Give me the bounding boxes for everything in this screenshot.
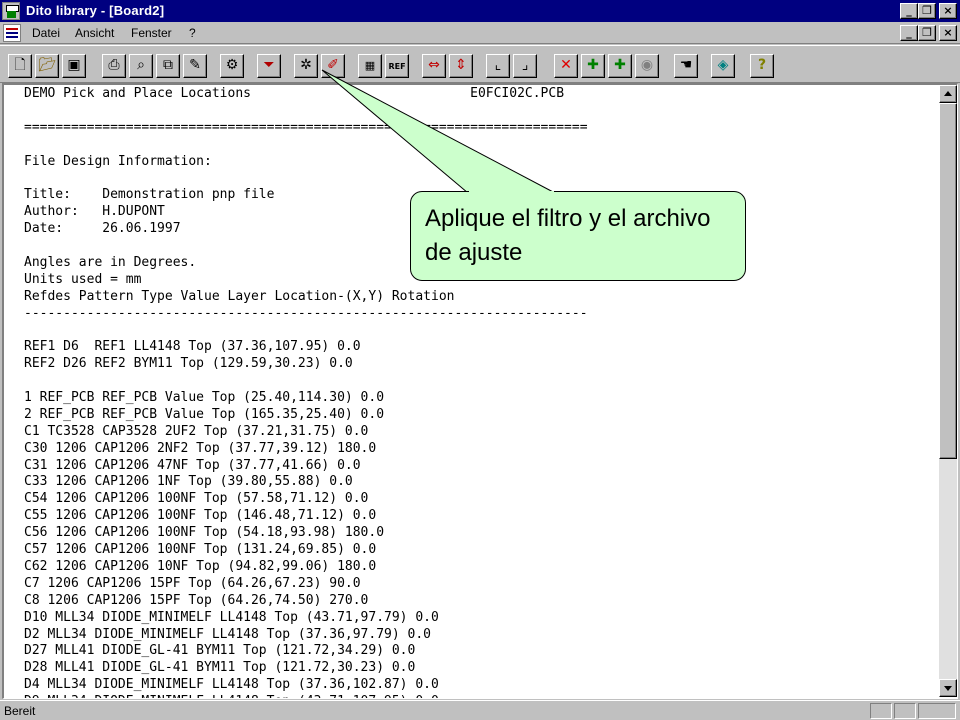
minimize-button[interactable]: _ xyxy=(900,3,918,19)
window-title: Dito library - [Board2] xyxy=(26,3,165,18)
document-line: C55 1206 CAP1206 100NF Top (146.48,71.12… xyxy=(24,508,377,524)
grid-icon[interactable]: ▦ xyxy=(358,54,382,78)
toolbar: 🗋 📂︎ ▣ ⎙ ⌕ ⧉ ✎ ⚙ ⏷ ✲ ✐ ▦ REF ⇔ ⇕ ⌞ ⌟ ✕ ✚… xyxy=(0,45,960,83)
document-text: DEMO Pick and Place Locations E0FCI02C.P… xyxy=(24,86,934,698)
gear-icon[interactable]: ✲ xyxy=(294,54,318,78)
status-panel-3 xyxy=(918,703,956,719)
ref-icon[interactable]: REF xyxy=(385,54,409,78)
status-panel-2 xyxy=(894,703,916,719)
document-line: C54 1206 CAP1206 100NF Top (57.58,71.12)… xyxy=(24,491,369,507)
app-icon[interactable] xyxy=(2,2,20,20)
menu-datei[interactable]: Datei xyxy=(32,26,60,40)
print-preview-icon[interactable]: ⌕ xyxy=(129,54,153,78)
delete-icon[interactable]: ✕ xyxy=(554,54,578,78)
document-line: 1 REF_PCB REF_PCB Value Top (25.40,114.3… xyxy=(24,390,385,406)
document-line: D4 MLL34 DIODE_MINIMELF LL4148 Top (37.3… xyxy=(24,677,439,693)
document-line: C31 1206 CAP1206 47NF Top (37.77,41.66) … xyxy=(24,457,361,473)
pen-icon[interactable]: ✐ xyxy=(321,54,345,78)
document-line: REF1 D6 REF1 LL4148 Top (37.36,107.95) 0… xyxy=(24,339,361,355)
status-panel-1 xyxy=(870,703,892,719)
document-line: D28 MLL41 DIODE_GL-41 BYM11 Top (121.72,… xyxy=(24,660,416,676)
vertical-scrollbar[interactable] xyxy=(939,85,957,697)
ref1-icon[interactable]: ✚ xyxy=(581,54,605,78)
status-bar: Bereit xyxy=(0,700,960,720)
mirror-vertical-icon[interactable]: ⇕ xyxy=(449,54,473,78)
document-line: ========================================… xyxy=(24,119,588,135)
document-line: D2 MLL34 DIODE_MINIMELF LL4148 Top (37.3… xyxy=(24,626,431,642)
document-view[interactable]: DEMO Pick and Place Locations E0FCI02C.P… xyxy=(2,83,958,699)
menu-ansicht[interactable]: Ansicht xyxy=(75,26,114,40)
document-line: C30 1206 CAP1206 2NF2 Top (37.77,39.12) … xyxy=(24,440,377,456)
document-line: ----------------------------------------… xyxy=(24,305,588,321)
maximize-button[interactable]: ❐ xyxy=(918,3,936,19)
document-line: C57 1206 CAP1206 100NF Top (131.24,69.85… xyxy=(24,542,377,558)
mirror-horizontal-icon[interactable]: ⇔ xyxy=(422,54,446,78)
doc-close-button[interactable]: × xyxy=(939,25,957,41)
menu-help[interactable]: ? xyxy=(189,26,196,40)
menu-fenster[interactable]: Fenster xyxy=(131,26,172,40)
scroll-thumb[interactable] xyxy=(939,103,957,459)
copy-icon[interactable]: ⧉ xyxy=(156,54,180,78)
document-line: D10 MLL34 DIODE_MINIMELF LL4148 Top (43.… xyxy=(24,609,439,625)
callout-text: Aplique el filtro y el archivo de ajuste xyxy=(425,205,711,266)
document-line: DEMO Pick and Place Locations E0FCI02C.P… xyxy=(24,86,565,101)
callout-box: Aplique el filtro y el archivo de ajuste xyxy=(410,191,746,281)
filter-icon[interactable]: ⏷ xyxy=(257,54,281,78)
document-line: C1 TC3528 CAP3528 2UF2 Top (37.21,31.75)… xyxy=(24,423,369,439)
save-icon[interactable]: ▣ xyxy=(62,54,86,78)
ref2-icon[interactable]: ✚ xyxy=(608,54,632,78)
document-line: REF2 D26 REF2 BYM11 Top (129.59,30.23) 0… xyxy=(24,356,353,372)
document-line: C33 1206 CAP1206 1NF Top (39.80,55.88) 0… xyxy=(24,474,353,490)
document-line: C56 1206 CAP1206 100NF Top (54.18,93.98)… xyxy=(24,525,385,541)
edit-icon[interactable]: ✎ xyxy=(183,54,207,78)
axis-x-icon[interactable]: ⌞ xyxy=(486,54,510,78)
document-line: Refdes Pattern Type Value Layer Location… xyxy=(24,288,455,304)
title-bar: Dito library - [Board2] _ ❐ × xyxy=(0,0,960,22)
3d-box-icon[interactable]: ◈ xyxy=(711,54,735,78)
print-icon[interactable]: ⎙ xyxy=(102,54,126,78)
document-icon[interactable] xyxy=(3,24,21,42)
document-line: 2 REF_PCB REF_PCB Value Top (165.35,25.4… xyxy=(24,406,385,422)
open-folder-icon[interactable]: 📂︎ xyxy=(35,54,59,78)
hand-icon[interactable]: ☚ xyxy=(674,54,698,78)
new-file-icon[interactable]: 🗋 xyxy=(8,54,32,78)
doc-restore-button[interactable]: ❐ xyxy=(918,25,936,41)
scroll-up-button[interactable] xyxy=(939,85,957,103)
document-line: D27 MLL41 DIODE_GL-41 BYM11 Top (121.72,… xyxy=(24,643,416,659)
menu-bar: Datei Ansicht Fenster ? _ ❐ × xyxy=(0,22,960,44)
doc-minimize-button[interactable]: _ xyxy=(900,25,918,41)
help-icon[interactable]: ? xyxy=(750,54,774,78)
document-line: C7 1206 CAP1206 15PF Top (64.26,67.23) 9… xyxy=(24,575,361,591)
settings-icon[interactable]: ⚙ xyxy=(220,54,244,78)
view-icon[interactable]: ◉ xyxy=(635,54,659,78)
document-line: File Design Information: xyxy=(24,153,212,169)
status-text: Bereit xyxy=(4,704,36,718)
close-button[interactable]: × xyxy=(939,3,957,19)
document-line: C62 1206 CAP1206 10NF Top (94.82,99.06) … xyxy=(24,558,377,574)
scroll-down-button[interactable] xyxy=(939,679,957,697)
document-line: C8 1206 CAP1206 15PF Top (64.26,74.50) 2… xyxy=(24,592,369,608)
document-line: D9 MLL34 DIODE_MINIMELF LL4148 Top (43.7… xyxy=(24,694,934,698)
axis-y-icon[interactable]: ⌟ xyxy=(513,54,537,78)
